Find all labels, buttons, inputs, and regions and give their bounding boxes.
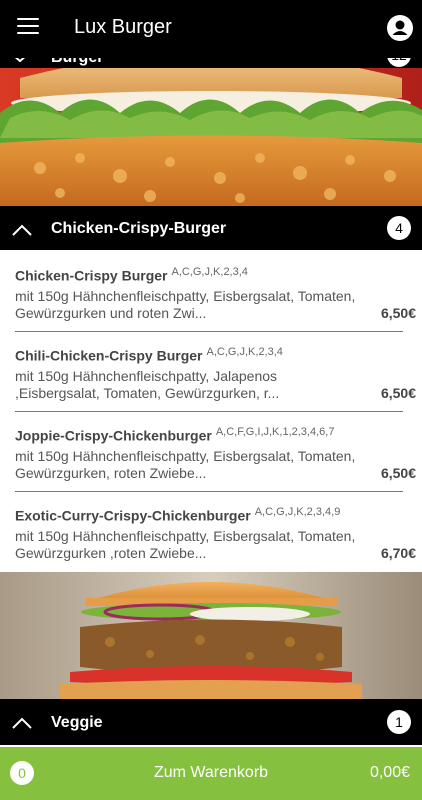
account-circle-icon[interactable]: [387, 15, 413, 41]
cart-label: Zum Warenkorb: [153, 764, 269, 781]
menu-item[interactable]: Chili-Chicken-Crispy Burger A,C,G,J,K,2,3…: [0, 332, 422, 412]
item-description: mit 150g Hähnchenfleischpatty, Jalapenos…: [15, 368, 280, 401]
category-title: Veggie: [51, 714, 103, 731]
item-name: Joppie-Crispy-Chickenburger: [15, 427, 212, 444]
menu-item[interactable]: Chicken-Crispy Burger A,C,G,J,K,2,3,4 mit…: [0, 252, 422, 332]
hamburger-menu-icon[interactable]: [17, 18, 39, 36]
item-price: 6,50€: [380, 385, 416, 401]
category-count-badge: 4: [387, 216, 411, 240]
item-name: Chicken-Crispy Burger: [15, 267, 168, 284]
item-description: mit 150g Hähnchenfleischpatty, Eisbergsa…: [15, 448, 356, 481]
item-price: 6,50€: [380, 305, 416, 321]
chicken-burger-hero-image: [0, 58, 422, 206]
item-allergens: A,C,G,J,K,2,3,4: [206, 346, 283, 358]
chicken-burger-illustration: [0, 58, 422, 206]
item-name-row: Chicken-Crispy Burger A,C,G,J,K,2,3,4: [15, 266, 248, 284]
item-description: mit 150g Hähnchenfleischpatty, Eisbergsa…: [15, 288, 356, 321]
item-name: Exotic-Curry-Crispy-Chickenburger: [15, 507, 251, 524]
item-description: mit 150g Hähnchenfleischpatty, Eisbergsa…: [15, 528, 356, 561]
item-name: Chili-Chicken-Crispy Burger: [15, 347, 203, 364]
veggie-burger-illustration: [0, 572, 422, 699]
item-allergens: A,C,G,J,K,2,3,4: [171, 266, 248, 278]
app-bar: Lux Burger: [0, 0, 422, 58]
item-name-row: Joppie-Crispy-Chickenburger A,C,F,G,I,J,K…: [15, 426, 334, 444]
chevron-up-icon: [12, 223, 32, 241]
category-header-veggie[interactable]: Veggie 1: [0, 699, 422, 745]
item-name-row: Exotic-Curry-Crispy-Chickenburger A,C,G,J…: [15, 506, 340, 524]
menu-item[interactable]: Exotic-Curry-Crispy-Chickenburger A,C,G,J…: [0, 492, 422, 572]
chevron-up-icon: [12, 716, 32, 734]
category-title: Chicken-Crispy-Burger: [51, 220, 227, 237]
menu-item[interactable]: Joppie-Crispy-Chickenburger A,C,F,G,I,J,K…: [0, 412, 422, 492]
item-allergens: A,C,F,G,I,J,K,1,2,3,4,6,7: [215, 426, 335, 438]
item-price: 6,70€: [380, 545, 416, 561]
cart-button[interactable]: 0 Zum Warenkorb 0,00€: [0, 747, 422, 800]
cart-total: 0,00€: [369, 764, 410, 781]
item-name-row: Chili-Chicken-Crispy Burger A,C,G,J,K,2,3…: [15, 346, 283, 364]
veggie-burger-hero-image: [0, 572, 422, 699]
item-price: 6,50€: [380, 465, 416, 481]
category-header-chicken-crispy-burger[interactable]: Chicken-Crispy-Burger 4: [0, 206, 422, 250]
category-count-badge: 1: [387, 710, 411, 734]
app-title: Lux Burger: [74, 16, 172, 38]
item-allergens: A,C,G,J,K,2,3,4,9: [254, 506, 341, 518]
